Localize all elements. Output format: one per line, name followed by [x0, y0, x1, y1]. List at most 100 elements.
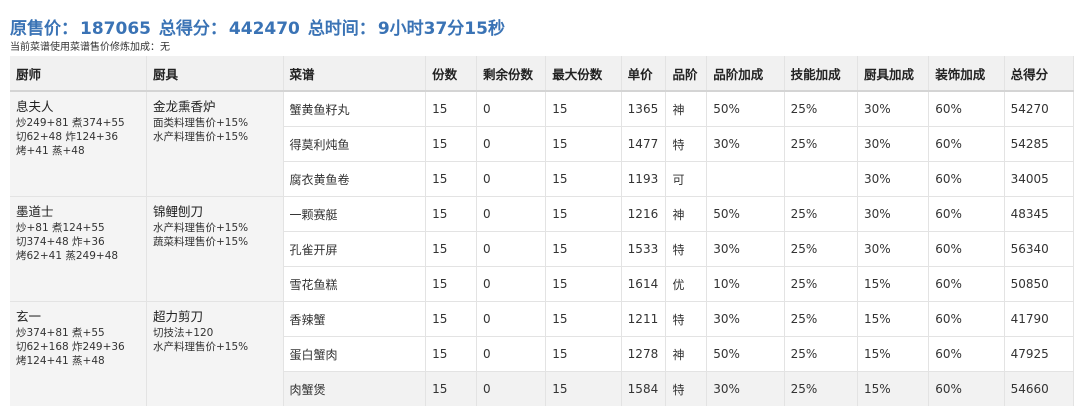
recipe-cell: 一颗赛艇 [283, 196, 427, 232]
remaining-cell: 0 [476, 371, 547, 406]
total-score-cell: 56340 [1004, 231, 1075, 267]
unit-price-cell: 1193 [621, 161, 667, 197]
summary-line: 原售价： 187065 总得分： 442470 总时间： 9小时37分15秒 [10, 14, 507, 39]
total-score-cell: 41790 [1004, 301, 1075, 337]
tool-cell: 锦鲤刨刀 水产料理售价+15% 蔬菜料理售价+15% [146, 196, 284, 302]
decoration-bonus-cell: 60% [928, 266, 1005, 302]
skill-bonus-cell [784, 161, 858, 197]
chef-name: 玄一 [16, 309, 42, 324]
tool-bonus-cell: 15% [857, 301, 930, 337]
unit-price-cell: 1365 [621, 90, 667, 127]
grade-cell: 特 [665, 126, 708, 162]
grade-bonus-cell: 50% [706, 196, 785, 232]
tool-name: 锦鲤刨刀 [153, 204, 204, 219]
max-cell: 15 [545, 371, 622, 406]
qty-cell: 15 [425, 161, 478, 197]
tool-name: 超力剪刀 [153, 309, 204, 324]
max-cell: 15 [545, 196, 622, 232]
total-score-cell: 47925 [1004, 336, 1075, 372]
chef-skill: 烤62+41 蒸249+48 [16, 250, 119, 262]
header-row: 厨师 厨具 菜谱 份数 剩余份数 最大份数 单价 品阶 品阶加成 技能加成 厨具加成 装饰加成 总得分 [10, 56, 1075, 92]
unit-price-cell: 1584 [621, 371, 667, 406]
price-label: 原售价： [10, 19, 78, 39]
tool-bonus: 水产料理售价+15% [153, 341, 249, 353]
chef-name: 息夫人 [16, 99, 54, 114]
tool-cell: 超力剪刀切技法+120 水产料理售价+15% [146, 301, 284, 406]
total-score-cell: 48345 [1004, 196, 1075, 232]
max-cell: 15 [545, 301, 622, 337]
column-header: 菜谱 [283, 56, 427, 92]
tool-bonus-cell: 15% [857, 336, 930, 372]
remaining-cell: 0 [476, 336, 547, 372]
score-value: 442470 [228, 19, 300, 39]
column-header: 厨具 [146, 56, 284, 92]
price-value: 187065 [80, 19, 151, 39]
tool-bonus-cell: 30% [857, 126, 930, 162]
tool-bonus-cell: 30% [857, 161, 930, 197]
grade-cell: 神 [665, 336, 708, 372]
grade-bonus-cell: 30% [706, 371, 785, 406]
remaining-cell: 0 [476, 301, 547, 337]
total-score-cell: 50850 [1004, 266, 1075, 302]
grade-bonus-cell: 30% [706, 126, 785, 162]
tool-bonus: 蔬菜料理售价+15% [153, 236, 249, 248]
recipe-cell: 蟹黄鱼籽丸 [283, 90, 427, 127]
max-cell: 15 [545, 231, 622, 267]
max-cell: 15 [545, 161, 622, 197]
grade-bonus-cell [706, 161, 785, 197]
skill-bonus-cell: 25% [784, 90, 858, 127]
column-header: 最大份数 [545, 56, 622, 92]
chef-cell: 息夫人 炒249+81 煮374+55 切62+48 炸124+36 烤+41 蒸+4… [10, 90, 147, 197]
qty-cell: 15 [425, 336, 478, 372]
table-row: 玄一 炒374+81 煮+55 切62+168 炸249+36 烤124+41 蒸+4… [10, 301, 1075, 406]
unit-price-cell: 1216 [621, 196, 667, 232]
chef-skill: 烤+41 蒸+48 [16, 145, 85, 157]
tool-bonus-cell: 15% [857, 266, 930, 302]
time-value: 9小时37分15秒 [377, 19, 505, 39]
qty-cell: 15 [425, 371, 478, 406]
chef-skill: 切62+168 炸249+36 [16, 341, 125, 353]
recipe-cell: 腐衣黄鱼卷 [283, 161, 427, 197]
qty-cell: 15 [425, 126, 478, 162]
max-cell: 15 [545, 90, 622, 127]
chef-cell: 墨道士 炒+81 煮124+55 切374+48 炸+36 烤62+41 蒸249+4… [10, 196, 147, 302]
tool-name: 金龙熏香炉 [153, 99, 216, 114]
column-header: 品阶 [665, 56, 708, 92]
tool-bonus: 切技法+120 [153, 327, 214, 339]
recipe-cell: 香辣蟹 [283, 301, 427, 337]
skill-bonus-cell: 25% [784, 266, 858, 302]
remaining-cell: 0 [476, 126, 547, 162]
decoration-bonus-cell: 60% [928, 161, 1005, 197]
decoration-bonus-cell: 60% [928, 126, 1005, 162]
column-header: 技能加成 [784, 56, 858, 92]
skill-bonus-cell: 25% [784, 371, 858, 406]
grade-cell: 优 [665, 266, 708, 302]
grade-bonus-cell: 50% [706, 336, 785, 372]
grade-bonus-cell: 50% [706, 90, 785, 127]
qty-cell: 15 [425, 196, 478, 232]
column-header: 厨具加成 [857, 56, 930, 92]
recipe-cell: 得莫利炖鱼 [283, 126, 427, 162]
tool-bonus-cell: 30% [857, 231, 930, 267]
qty-cell: 15 [425, 231, 478, 267]
remaining-cell: 0 [476, 196, 547, 232]
max-cell: 15 [545, 336, 622, 372]
chef-name: 墨道士 [16, 204, 54, 219]
column-header: 份数 [425, 56, 478, 92]
unit-price-cell: 1477 [621, 126, 667, 162]
max-cell: 15 [545, 126, 622, 162]
remaining-cell: 0 [476, 161, 547, 197]
grade-cell: 神 [665, 196, 708, 232]
decoration-bonus-cell: 60% [928, 90, 1005, 127]
grade-bonus-cell: 30% [706, 301, 785, 337]
column-header: 装饰加成 [928, 56, 1005, 92]
results-page: 原售价： 187065 总得分： 442470 总时间： 9小时37分15秒 当前菜谱… [0, 0, 1080, 411]
decoration-bonus-cell: 60% [928, 371, 1005, 406]
skill-bonus-cell: 25% [784, 301, 858, 337]
chef-skill: 炒+81 煮124+55 [16, 222, 105, 234]
grade-cell: 特 [665, 231, 708, 267]
chef-skill: 炒374+81 煮+55 [16, 327, 105, 339]
column-header: 品阶加成 [706, 56, 785, 92]
chef-skill: 切62+48 炸124+36 [16, 131, 119, 143]
max-cell: 15 [545, 266, 622, 302]
